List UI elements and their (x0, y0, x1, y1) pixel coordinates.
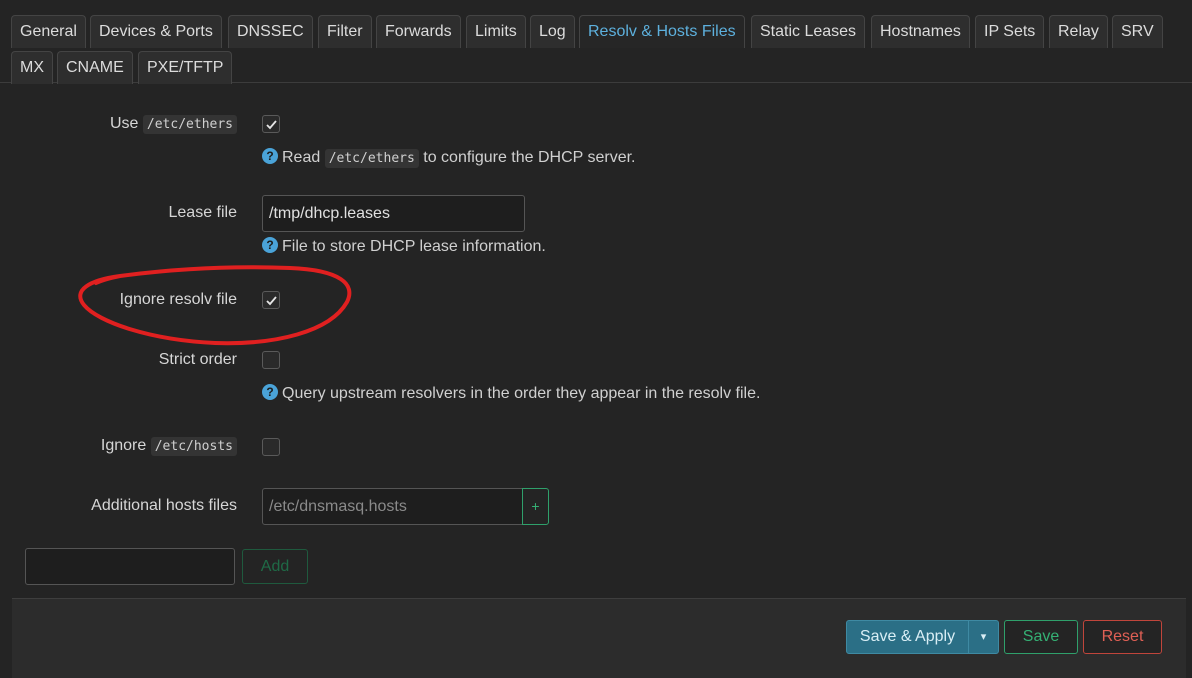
save-apply-button[interactable]: Save & Apply (846, 620, 969, 654)
add-hosts-file-button[interactable]: + (522, 488, 549, 525)
help-icon: ? (262, 384, 278, 400)
ignore-hosts-label: Ignore /etc/hosts (100, 437, 237, 456)
ignore-hosts-checkbox[interactable] (262, 438, 280, 456)
save-apply-dropdown-button[interactable]: ▾ (968, 620, 999, 654)
strict-order-checkbox[interactable] (262, 351, 280, 369)
strict-order-help: ? Query upstream resolvers in the order t… (262, 384, 760, 403)
strict-order-label: Strict order (158, 351, 237, 368)
reset-button[interactable]: Reset (1083, 620, 1162, 654)
section-name-input[interactable] (25, 548, 235, 585)
ignore-hosts-label-prefix: Ignore (100, 437, 147, 454)
additional-hosts-label: Additional hosts files (91, 497, 237, 514)
add-section-button[interactable]: Add (242, 549, 308, 584)
additional-hosts-input[interactable] (262, 488, 523, 525)
strict-order-help-text: Query upstream resolvers in the order th… (282, 385, 761, 402)
ignore-hosts-label-code: /etc/hosts (150, 437, 237, 456)
save-button[interactable]: Save (1004, 620, 1078, 654)
